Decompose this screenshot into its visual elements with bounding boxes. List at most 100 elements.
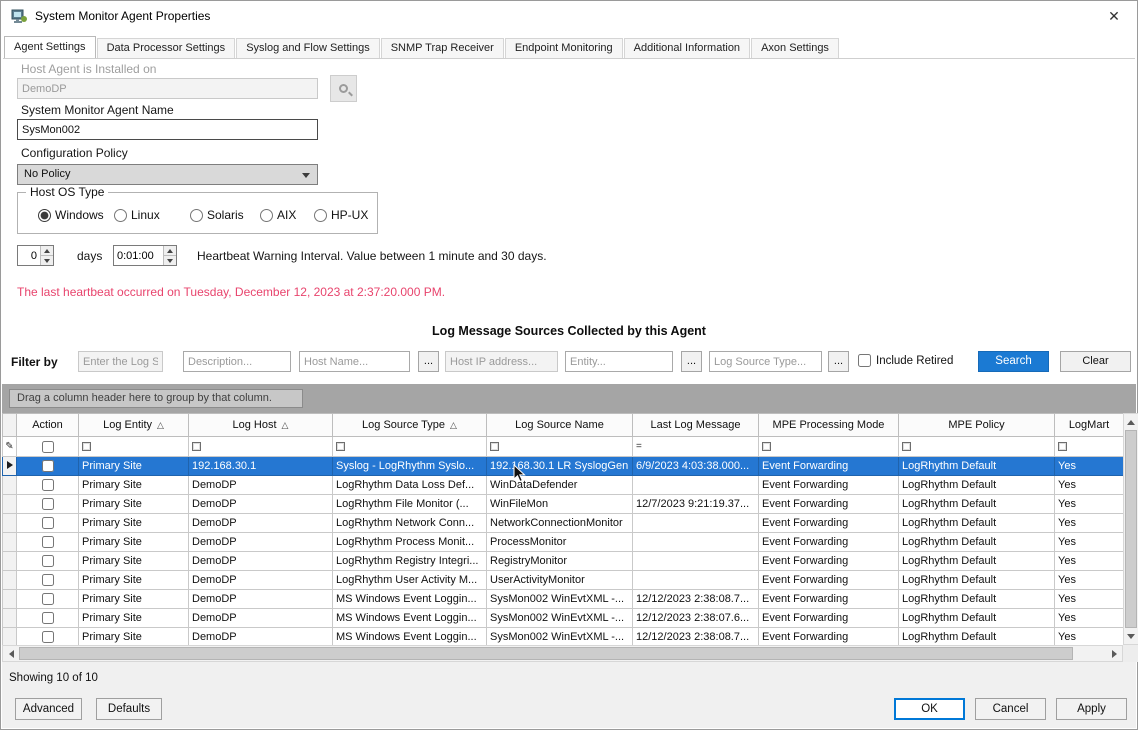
col-log-entity[interactable]: Log Entity△	[79, 414, 189, 437]
scroll-left-button[interactable]	[3, 646, 19, 661]
cell-log-source-type[interactable]: LogRhythm Registry Integri...	[333, 552, 487, 571]
horizontal-scrollbar[interactable]	[2, 645, 1123, 662]
cell-log-source-type[interactable]: Syslog - LogRhythm Syslo...	[333, 457, 487, 476]
cell-log-source-type[interactable]: MS Windows Event Loggin...	[333, 628, 487, 647]
tab-syslog-flow-settings[interactable]: Syslog and Flow Settings	[236, 38, 380, 58]
radio-hpux-input[interactable]	[314, 209, 327, 222]
radio-windows[interactable]: Windows	[38, 208, 104, 222]
heartbeat-interval-spinner[interactable]	[113, 245, 177, 266]
table-row[interactable]: Primary Site DemoDP MS Windows Event Log…	[3, 590, 1124, 609]
cell-logmart[interactable]: Yes	[1055, 609, 1124, 628]
cell-logmart[interactable]: Yes	[1055, 628, 1124, 647]
cell-log-host[interactable]: DemoDP	[189, 628, 333, 647]
cell-log-source-name[interactable]: SysMon002 WinEvtXML -...	[487, 590, 633, 609]
row-checkbox[interactable]	[42, 555, 54, 567]
col-mpe-policy[interactable]: MPE Policy	[899, 414, 1055, 437]
cell-last-log-message[interactable]	[633, 552, 759, 571]
table-row[interactable]: Primary Site DemoDP LogRhythm Process Mo…	[3, 533, 1124, 552]
cell-logmart[interactable]: Yes	[1055, 571, 1124, 590]
cell-log-host[interactable]: DemoDP	[189, 552, 333, 571]
groupby-bar[interactable]: Drag a column header here to group by th…	[2, 384, 1136, 413]
cell-log-source-name[interactable]: SysMon002 WinEvtXML -...	[487, 628, 633, 647]
filter-last-log-message-cell[interactable]: =	[633, 437, 759, 457]
tab-snmp-trap-receiver[interactable]: SNMP Trap Receiver	[381, 38, 504, 58]
action-cell[interactable]	[17, 571, 79, 590]
cell-log-source-name[interactable]: WinFileMon	[487, 495, 633, 514]
cell-last-log-message[interactable]: 12/12/2023 2:38:08.7...	[633, 590, 759, 609]
cell-logmart[interactable]: Yes	[1055, 533, 1124, 552]
table-row[interactable]: Primary Site DemoDP MS Windows Event Log…	[3, 609, 1124, 628]
cell-mpe-policy[interactable]: LogRhythm Default	[899, 628, 1055, 647]
cell-log-entity[interactable]: Primary Site	[79, 571, 189, 590]
agent-name-input[interactable]	[17, 119, 318, 140]
cell-logmart[interactable]: Yes	[1055, 495, 1124, 514]
configuration-policy-select[interactable]: No Policy	[17, 164, 318, 185]
table-row[interactable]: Primary Site 192.168.30.1 Syslog - LogRh…	[3, 457, 1124, 476]
spin-up-button[interactable]	[164, 246, 176, 255]
row-checkbox[interactable]	[42, 612, 54, 624]
cell-log-entity[interactable]: Primary Site	[79, 457, 189, 476]
cell-last-log-message[interactable]	[633, 476, 759, 495]
spin-down-button[interactable]	[164, 255, 176, 265]
include-retired-input[interactable]	[858, 354, 871, 367]
cell-log-source-type[interactable]: LogRhythm Process Monit...	[333, 533, 487, 552]
radio-windows-input[interactable]	[38, 209, 51, 222]
cell-last-log-message[interactable]: 6/9/2023 4:03:38.000...	[633, 457, 759, 476]
cell-mpe-processing-mode[interactable]: Event Forwarding	[759, 552, 899, 571]
table-row[interactable]: Primary Site DemoDP LogRhythm User Activ…	[3, 571, 1124, 590]
action-cell[interactable]	[17, 514, 79, 533]
filter-logmart-cell[interactable]	[1055, 437, 1124, 457]
cell-mpe-processing-mode[interactable]: Event Forwarding	[759, 628, 899, 647]
defaults-button[interactable]: Defaults	[96, 698, 162, 720]
filter-log-source-type-input[interactable]	[709, 351, 822, 372]
vertical-scrollbar[interactable]	[1123, 413, 1138, 645]
cell-log-source-type[interactable]: MS Windows Event Loggin...	[333, 609, 487, 628]
row-checkbox[interactable]	[42, 574, 54, 586]
cell-mpe-policy[interactable]: LogRhythm Default	[899, 609, 1055, 628]
cell-mpe-policy[interactable]: LogRhythm Default	[899, 552, 1055, 571]
tab-additional-information[interactable]: Additional Information	[624, 38, 750, 58]
cell-mpe-policy[interactable]: LogRhythm Default	[899, 476, 1055, 495]
cell-last-log-message[interactable]: 12/7/2023 9:21:19.37...	[633, 495, 759, 514]
cell-last-log-message[interactable]	[633, 571, 759, 590]
entity-browse-button[interactable]: ...	[681, 351, 702, 372]
cell-log-entity[interactable]: Primary Site	[79, 609, 189, 628]
filter-description-input[interactable]	[183, 351, 291, 372]
cell-log-source-name[interactable]: ProcessMonitor	[487, 533, 633, 552]
cell-logmart[interactable]: Yes	[1055, 514, 1124, 533]
cell-mpe-policy[interactable]: LogRhythm Default	[899, 590, 1055, 609]
action-cell[interactable]	[17, 476, 79, 495]
col-log-host[interactable]: Log Host△	[189, 414, 333, 437]
include-retired-checkbox[interactable]: Include Retired	[858, 354, 953, 367]
cell-last-log-message[interactable]: 12/12/2023 2:38:08.7...	[633, 628, 759, 647]
cell-logmart[interactable]: Yes	[1055, 457, 1124, 476]
cell-mpe-processing-mode[interactable]: Event Forwarding	[759, 609, 899, 628]
spin-up-button[interactable]	[41, 246, 53, 255]
cell-mpe-processing-mode[interactable]: Event Forwarding	[759, 476, 899, 495]
table-row[interactable]: Primary Site DemoDP MS Windows Event Log…	[3, 628, 1124, 647]
cell-log-source-name[interactable]: UserActivityMonitor	[487, 571, 633, 590]
table-row[interactable]: Primary Site DemoDP LogRhythm Data Loss …	[3, 476, 1124, 495]
ok-button[interactable]: OK	[894, 698, 965, 720]
table-row[interactable]: Primary Site DemoDP LogRhythm Registry I…	[3, 552, 1124, 571]
tab-endpoint-monitoring[interactable]: Endpoint Monitoring	[505, 38, 623, 58]
tab-data-processor-settings[interactable]: Data Processor Settings	[97, 38, 236, 58]
cell-log-host[interactable]: DemoDP	[189, 533, 333, 552]
heartbeat-days-input[interactable]	[18, 246, 40, 265]
filter-log-entity-cell[interactable]	[79, 437, 189, 457]
cell-log-entity[interactable]: Primary Site	[79, 552, 189, 571]
cell-log-source-type[interactable]: MS Windows Event Loggin...	[333, 590, 487, 609]
cell-mpe-processing-mode[interactable]: Event Forwarding	[759, 533, 899, 552]
action-cell[interactable]	[17, 552, 79, 571]
col-log-source-type[interactable]: Log Source Type△	[333, 414, 487, 437]
heartbeat-days-spinner[interactable]	[17, 245, 54, 266]
cell-log-entity[interactable]: Primary Site	[79, 590, 189, 609]
cell-log-entity[interactable]: Primary Site	[79, 628, 189, 647]
cell-mpe-processing-mode[interactable]: Event Forwarding	[759, 457, 899, 476]
advanced-button[interactable]: Advanced	[15, 698, 82, 720]
horizontal-scroll-track[interactable]	[19, 646, 1106, 661]
table-row[interactable]: Primary Site DemoDP LogRhythm Network Co…	[3, 514, 1124, 533]
cell-logmart[interactable]: Yes	[1055, 552, 1124, 571]
row-checkbox[interactable]	[42, 631, 54, 643]
cell-log-host[interactable]: DemoDP	[189, 476, 333, 495]
